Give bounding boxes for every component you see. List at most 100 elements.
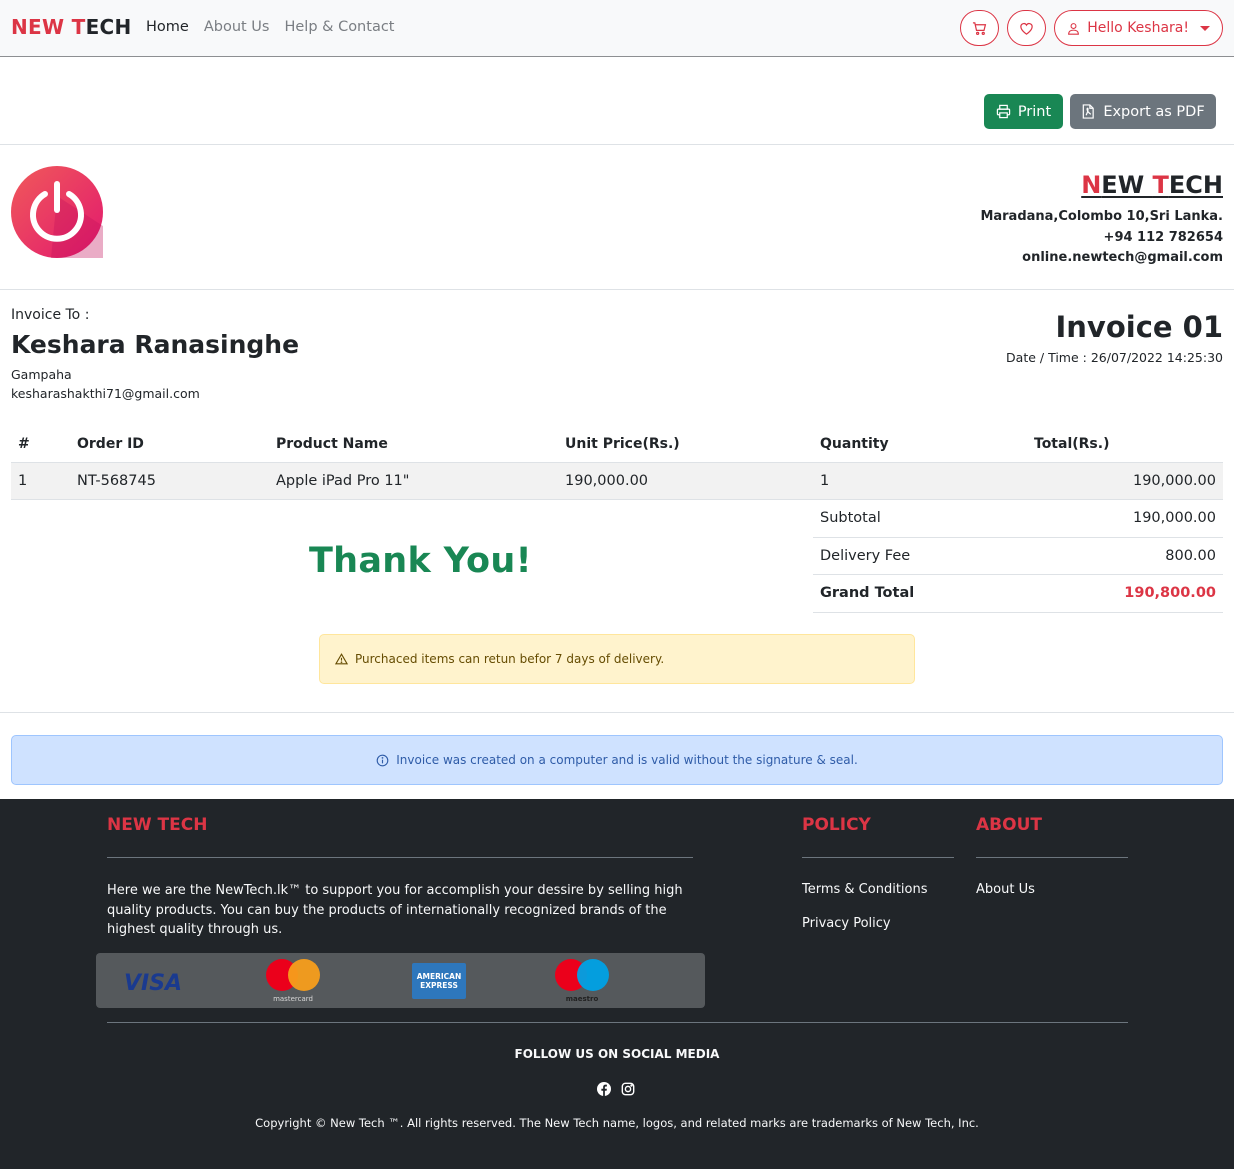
power-logo-icon — [11, 166, 103, 258]
svg-text:AMERICAN: AMERICAN — [417, 972, 462, 981]
company-name: NEW TECH — [1081, 171, 1223, 199]
col-order-id: Order ID — [77, 435, 144, 452]
brand-ech: ECH — [85, 15, 132, 39]
heart-icon — [1020, 22, 1034, 35]
user-greeting: Hello Keshara! — [1087, 20, 1189, 36]
svg-text:maestro: maestro — [566, 995, 599, 1003]
footer-description: Here we are the NewTech.lk™ to support y… — [107, 883, 683, 937]
top-navbar: NEW TECH Home About Us Help & Contact He… — [0, 0, 1234, 57]
facebook-icon[interactable] — [597, 1081, 611, 1096]
chevron-down-icon — [1200, 25, 1210, 31]
cell-order-id: NT-568745 — [77, 473, 156, 489]
invoice-date-time: Date / Time : 26/07/2022 14:25:30 — [1006, 350, 1223, 365]
table-row: 1 NT-568745 Apple iPad Pro 11" 190,000.0… — [11, 463, 1223, 500]
company-name-t: T — [1152, 171, 1169, 199]
col-quantity: Quantity — [820, 435, 889, 452]
invoice-to-label: Invoice To : — [11, 307, 90, 323]
footer-link-terms[interactable]: Terms & Conditions — [802, 882, 928, 897]
svg-text:mastercard: mastercard — [273, 995, 313, 1003]
nav-link-about[interactable]: About Us — [204, 19, 270, 35]
user-icon — [1068, 22, 1080, 35]
footer-brand-heading: NEW TECH — [107, 815, 208, 835]
company-name-n: N — [1081, 171, 1102, 199]
nav-link-help[interactable]: Help & Contact — [284, 19, 394, 35]
maestro-logo: maestro — [555, 959, 609, 1003]
company-header: NEW TECH Maradana,Colombo 10,Sri Lanka. … — [0, 145, 1234, 290]
cell-unit-price: 190,000.00 — [565, 473, 649, 489]
user-dropdown-button[interactable]: Hello Keshara! — [1054, 10, 1223, 46]
col-unit-price: Unit Price(Rs.) — [565, 435, 680, 452]
col-total: Total(Rs.) — [1034, 435, 1110, 452]
copyright-text: Copyright © New Tech ™. All rights reser… — [255, 1116, 979, 1130]
delivery-fee-value: 800.00 — [1165, 547, 1216, 564]
company-address: Maradana,Colombo 10,Sri Lanka. — [980, 209, 1223, 224]
nav-actions: Hello Keshara! — [960, 10, 1223, 46]
col-product-name: Product Name — [276, 435, 388, 452]
wishlist-button[interactable] — [1007, 10, 1047, 46]
payment-methods-strip: VISA mastercard AMERICAN EXPRESS maestro — [96, 953, 705, 1008]
col-number: # — [18, 435, 30, 452]
totals-table: Subtotal 190,000.00 Delivery Fee 800.00 … — [813, 500, 1223, 613]
brand-new: NEW — [11, 15, 72, 39]
delivery-fee-row: Delivery Fee 800.00 — [813, 538, 1223, 575]
subtotal-value: 190,000.00 — [1132, 510, 1216, 527]
footer-link-privacy[interactable]: Privacy Policy — [802, 916, 891, 931]
print-label: Print — [1017, 103, 1052, 120]
social-icons — [597, 1081, 635, 1096]
customer-city: Gampaha — [11, 367, 72, 382]
footer-about-heading: ABOUT — [976, 815, 1042, 835]
cell-quantity: 1 — [820, 473, 830, 489]
grand-total-label: Grand Total — [820, 585, 915, 602]
warning-triangle-icon — [335, 653, 348, 665]
printer-icon — [996, 104, 1011, 119]
nav-link-home[interactable]: Home — [146, 19, 189, 35]
company-email: online.newtech@gmail.com — [1022, 250, 1223, 265]
customer-email: kesharashakthi71@gmail.com — [11, 386, 200, 401]
table-header: # Order ID Product Name Unit Price(Rs.) … — [11, 425, 1223, 463]
footer-policy-heading: POLICY — [802, 815, 871, 835]
subtotal-label: Subtotal — [820, 510, 881, 527]
footer-link-about[interactable]: About Us — [976, 882, 1035, 897]
print-button[interactable]: Print — [984, 94, 1063, 129]
invoice-title: Invoice 01 — [1055, 310, 1223, 344]
company-name-ew: EW — [1101, 171, 1153, 199]
payment-logos: VISA mastercard AMERICAN EXPRESS maestro — [124, 959, 609, 1003]
section-divider — [0, 712, 1234, 713]
amex-logo: AMERICAN EXPRESS — [412, 963, 466, 999]
grand-total-value: 190,800.00 — [1124, 585, 1216, 602]
cell-product-name: Apple iPad Pro 11" — [276, 473, 410, 489]
return-policy-text: Purchaced items can retun befor 7 days o… — [355, 652, 665, 666]
footer-policy-rule — [802, 857, 954, 858]
cart-button[interactable] — [960, 10, 1000, 46]
brand-logo-text[interactable]: NEW TECH — [11, 15, 132, 39]
cart-icon — [973, 21, 987, 35]
svg-text:EXPRESS: EXPRESS — [420, 981, 458, 990]
cell-number: 1 — [18, 473, 28, 489]
info-circle-icon — [376, 754, 389, 766]
customer-name: Keshara Ranasinghe — [11, 330, 300, 359]
validity-info-alert: Invoice was created on a computer and is… — [11, 735, 1223, 785]
invoice-action-bar: Print Export as PDF — [0, 57, 1234, 145]
delivery-fee-label: Delivery Fee — [820, 547, 911, 564]
follow-social-label: FOLLOW US ON SOCIAL MEDIA — [514, 1047, 720, 1061]
export-pdf-label: Export as PDF — [1103, 103, 1205, 120]
cell-total: 190,000.00 — [1132, 473, 1216, 489]
visa-logo: VISA — [124, 971, 182, 996]
thank-you-text: Thank You! — [309, 541, 532, 581]
subtotal-row: Subtotal 190,000.00 — [813, 500, 1223, 538]
grand-total-row: Grand Total 190,800.00 — [813, 575, 1223, 613]
pdf-file-icon — [1083, 104, 1095, 119]
mastercard-logo: mastercard — [266, 959, 320, 1003]
validity-info-text: Invoice was created on a computer and is… — [396, 753, 858, 767]
footer-about-rule — [976, 857, 1128, 858]
company-phone: +94 112 782654 — [1103, 229, 1223, 245]
footer-bottom-rule — [107, 1022, 1128, 1023]
company-name-ech: ECH — [1168, 171, 1223, 199]
site-footer: NEW TECH POLICY ABOUT Here we are the Ne… — [0, 799, 1234, 1169]
return-policy-alert: Purchaced items can retun befor 7 days o… — [319, 634, 915, 684]
instagram-icon[interactable] — [621, 1081, 635, 1096]
brand-t: T — [71, 15, 86, 39]
company-contact-info: Maradana,Colombo 10,Sri Lanka. +94 112 7… — [980, 207, 1223, 269]
export-pdf-button[interactable]: Export as PDF — [1070, 94, 1216, 129]
nav-links: Home About Us Help & Contact — [146, 19, 394, 35]
